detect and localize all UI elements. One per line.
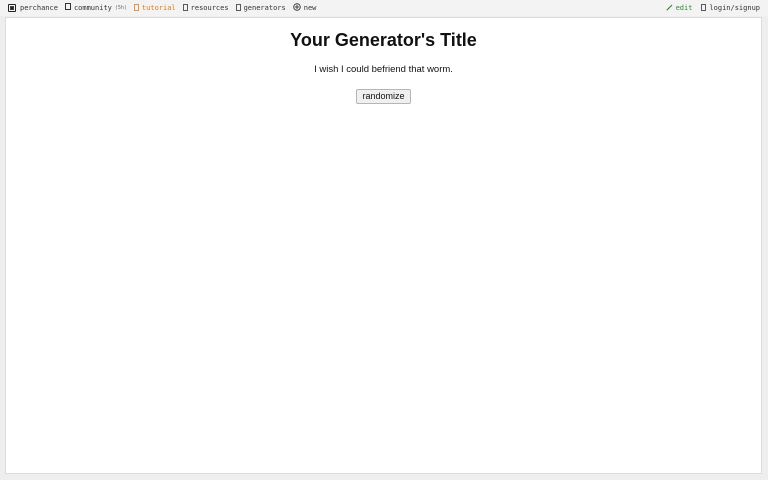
- nav-home-link[interactable]: perchance: [8, 4, 58, 12]
- generator-title: Your Generator's Title: [290, 30, 477, 50]
- gear-icon: [235, 3, 241, 13]
- nav-tutorial-link[interactable]: tutorial: [134, 3, 176, 13]
- nav-community-link[interactable]: community (5h): [64, 3, 127, 13]
- nav-resources-label: resources: [190, 4, 229, 12]
- nav-generators-label: generators: [243, 4, 286, 12]
- community-activity-count: (5h): [114, 5, 127, 11]
- nav-home-label: perchance: [20, 4, 58, 12]
- nav-resources-link[interactable]: resources: [182, 3, 229, 13]
- nav-right-group: edit login/signup: [657, 0, 760, 16]
- nav-edit-button[interactable]: edit: [666, 4, 693, 13]
- nav-community-label: community: [73, 4, 112, 12]
- nav-new-label: new: [303, 4, 317, 12]
- randomize-button-wrap: randomize: [6, 84, 761, 104]
- user-icon: [701, 3, 707, 13]
- randomize-button[interactable]: randomize: [356, 88, 411, 104]
- nav-login-link[interactable]: login/signup: [701, 3, 760, 13]
- nav-generators-link[interactable]: generators: [235, 3, 286, 13]
- generator-output-text: I wish I could befriend that worm.: [314, 64, 453, 75]
- pencil-icon: [666, 4, 673, 13]
- generator-output-panel: Your Generator's Title I wish I could be…: [5, 17, 762, 474]
- nav-tutorial-label: tutorial: [141, 4, 176, 12]
- nav-left-group: perchance community (5h) tutorial resour…: [8, 0, 323, 16]
- nav-new-link[interactable]: new: [292, 3, 317, 13]
- box-icon: [182, 3, 188, 13]
- top-navigation-bar: perchance community (5h) tutorial resour…: [0, 0, 768, 16]
- book-icon: [134, 3, 139, 13]
- plus-circle-icon: [292, 3, 301, 13]
- chat-icon: [64, 3, 71, 13]
- die-icon: [8, 4, 16, 12]
- nav-edit-label: edit: [675, 4, 693, 12]
- nav-login-label: login/signup: [709, 4, 760, 12]
